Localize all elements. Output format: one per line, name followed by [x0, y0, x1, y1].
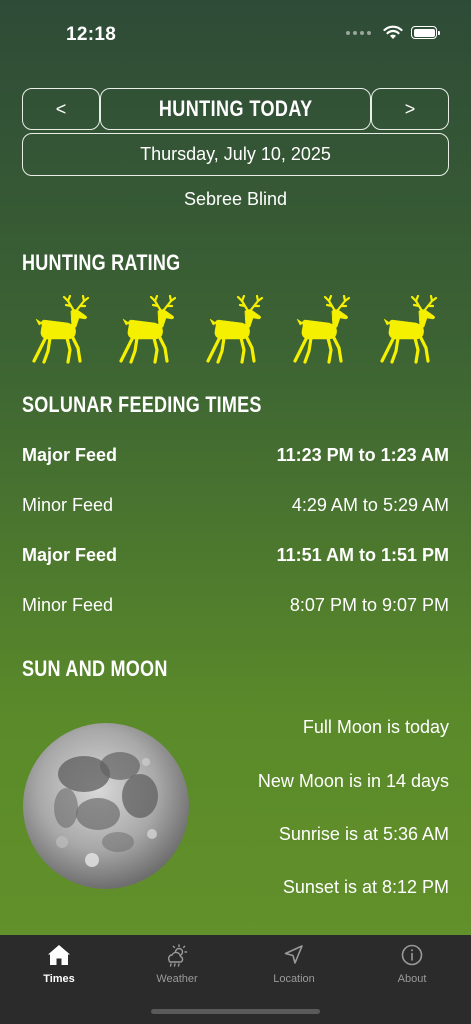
- date-display[interactable]: Thursday, July 10, 2025: [22, 133, 449, 176]
- weather-icon: [167, 944, 188, 967]
- tab-location-label: Location: [273, 973, 315, 985]
- info-icon: [401, 944, 423, 966]
- tab-about[interactable]: About: [353, 935, 471, 995]
- tab-location[interactable]: Location: [235, 935, 353, 995]
- tab-times-label: Times: [43, 973, 75, 985]
- deer-icon: [293, 295, 351, 364]
- tab-times[interactable]: Times: [0, 935, 118, 995]
- feeding-time-row: Minor Feed 4:29 AM to 5:29 AM: [22, 495, 449, 516]
- feed-time-range: 4:29 AM to 5:29 AM: [291, 495, 449, 515]
- tab-weather[interactable]: Weather: [118, 935, 236, 995]
- sun-and-moon-title: SUN AND MOON: [22, 656, 168, 681]
- home-icon: [48, 945, 70, 965]
- hunting-rating-deer-row: [30, 295, 440, 367]
- deer-icon: [380, 295, 438, 364]
- status-bar: 12:18: [0, 0, 471, 60]
- signal-dots-icon: [346, 30, 371, 35]
- feed-type-label: Minor Feed: [22, 495, 114, 515]
- full-moon-image: [22, 722, 190, 890]
- tab-about-label: About: [397, 973, 427, 985]
- feed-time-range: 11:51 AM to 1:51 PM: [276, 545, 449, 565]
- feed-type-label: Major Feed: [22, 445, 118, 465]
- location-arrow-icon: [284, 945, 303, 964]
- status-icons: [346, 25, 440, 40]
- full-moon-text: Full Moon is today: [302, 717, 449, 737]
- page-title: HUNTING TODAY: [158, 96, 313, 121]
- status-time: 12:18: [66, 24, 117, 45]
- location-name: Sebree Blind: [183, 189, 288, 209]
- next-day-button[interactable]: >: [371, 88, 449, 130]
- feed-time-range: 8:07 PM to 9:07 PM: [289, 595, 449, 615]
- wifi-icon: [383, 25, 403, 39]
- feed-type-label: Major Feed: [22, 545, 118, 565]
- deer-icon: [119, 295, 177, 364]
- feed-type-label: Minor Feed: [22, 595, 114, 615]
- new-moon-text: New Moon is in 14 days: [257, 771, 449, 791]
- battery-icon: [411, 26, 440, 39]
- feeding-time-row: Minor Feed 8:07 PM to 9:07 PM: [22, 595, 449, 616]
- feeding-time-row: Major Feed 11:23 PM to 1:23 AM: [22, 445, 449, 466]
- solunar-feeding-title: SOLUNAR FEEDING TIMES: [22, 392, 262, 417]
- tab-weather-label: Weather: [156, 973, 198, 985]
- deer-icon: [206, 295, 264, 364]
- hunting-rating-title: HUNTING RATING: [22, 250, 181, 275]
- feeding-time-row: Major Feed 11:51 AM to 1:51 PM: [22, 545, 449, 566]
- previous-day-button[interactable]: <: [22, 88, 100, 130]
- deer-icon: [32, 295, 90, 364]
- home-indicator: [151, 1009, 320, 1014]
- sunrise-text: Sunrise is at 5:36 AM: [278, 824, 449, 844]
- feed-time-range: 11:23 PM to 1:23 AM: [276, 445, 449, 465]
- hunting-today-title-button[interactable]: HUNTING TODAY: [100, 88, 371, 130]
- sunset-text: Sunset is at 8:12 PM: [282, 877, 449, 897]
